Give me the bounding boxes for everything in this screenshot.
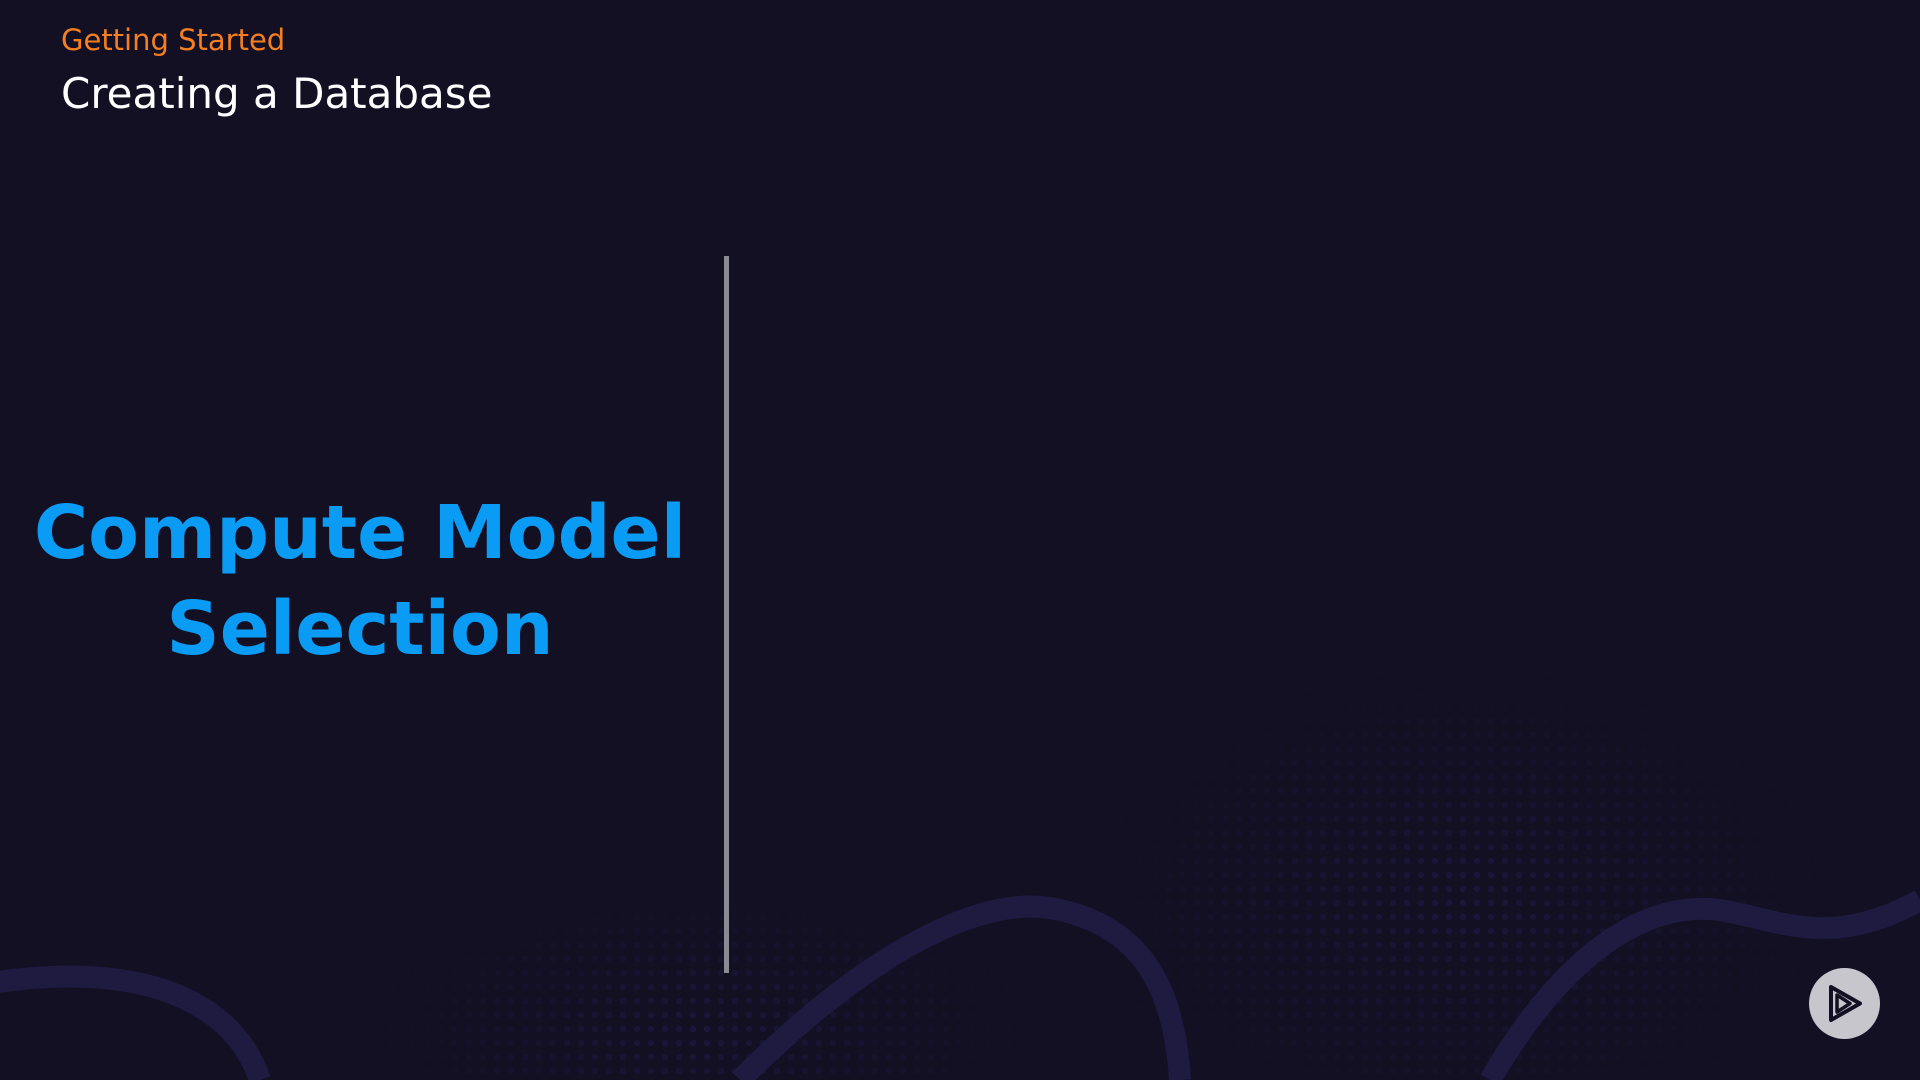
course-title: Getting Started (61, 23, 286, 57)
play-logo-button[interactable] (1809, 968, 1880, 1039)
vertical-divider (724, 256, 729, 973)
play-logo-icon (1829, 985, 1862, 1022)
slide: Getting Started Creating a Database Comp… (0, 0, 1920, 1080)
section-title: Compute Model Selection (33, 490, 687, 672)
module-title: Creating a Database (61, 69, 493, 118)
